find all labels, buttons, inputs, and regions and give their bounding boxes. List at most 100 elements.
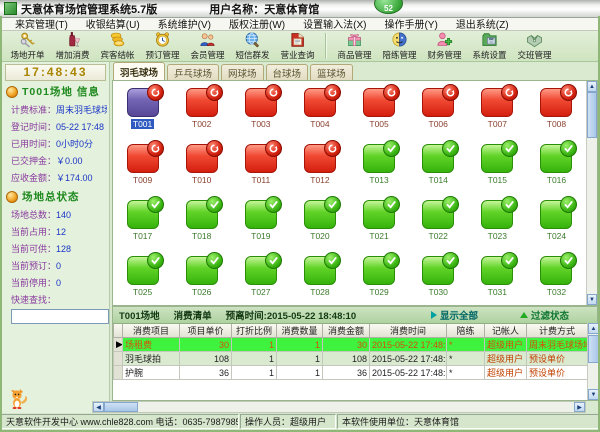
scrollbar-thumb[interactable]: [104, 402, 138, 412]
court-tile-T013[interactable]: T013: [350, 141, 409, 197]
court-tile-T017[interactable]: T017: [113, 197, 172, 253]
orange-ball-icon: [6, 191, 18, 203]
court-tile-T021[interactable]: T021: [350, 197, 409, 253]
toolbar-button-mask[interactable]: 陪练管理: [377, 32, 422, 61]
tab-篮球场[interactable]: 篮球场: [310, 64, 353, 80]
refresh-icon: [501, 84, 518, 101]
court-tile-T004[interactable]: T004: [290, 85, 349, 141]
check-icon: [265, 252, 282, 269]
court-tile-T026[interactable]: T026: [172, 253, 231, 305]
toolbar-button-handshake[interactable]: 交班管理: [512, 32, 557, 61]
court-tile-T025[interactable]: T025: [113, 253, 172, 305]
scroll-down-icon[interactable]: ▼: [587, 294, 597, 305]
court-tile-T002[interactable]: T002: [172, 85, 231, 141]
court-tile-T006[interactable]: T006: [409, 85, 468, 141]
table-row[interactable]: 羽毛球拍108111082015-05-22 17:48:29*超级用户预设单价: [114, 352, 588, 366]
toolbar-button-keys[interactable]: 场地开单: [5, 32, 50, 61]
toolbar-button-coins[interactable]: 宾客结帐: [95, 32, 140, 61]
column-header[interactable]: 消费金额: [323, 324, 370, 338]
toolbar-button-book[interactable]: 营业查询: [275, 32, 320, 61]
menu-item[interactable]: 退出系统(Z): [447, 16, 518, 31]
tab-台球场[interactable]: 台球场: [266, 64, 309, 80]
scroll-left-icon[interactable]: ◀: [93, 402, 104, 412]
table-row[interactable]: ▶场租费3011302015-05-22 17:48:10*超级用户周末羽毛球场…: [114, 338, 588, 352]
column-header[interactable]: 消费项目: [123, 324, 180, 338]
toolbar-button-wine[interactable]: 增加消费: [50, 32, 95, 61]
court-tile-T027[interactable]: T027: [231, 253, 290, 305]
book-icon: [289, 31, 306, 48]
court-tile-T012[interactable]: T012: [290, 141, 349, 197]
filter-state-button[interactable]: 过滤状态: [520, 308, 569, 322]
quick-find-input[interactable]: [11, 309, 109, 324]
tab-乒乓球场[interactable]: 乒乓球场: [167, 64, 219, 80]
table-cell: 2015-05-22 17:48:32: [370, 366, 447, 380]
toolbar-button-globe[interactable]: 短信群发: [230, 32, 275, 61]
court-tile-T010[interactable]: T010: [172, 141, 231, 197]
column-header[interactable]: 消费数量: [277, 324, 323, 338]
arrow-right-icon: [431, 311, 437, 319]
sidebar-row-label: 应收金额：: [11, 171, 56, 184]
column-header[interactable]: 记帐人: [485, 324, 527, 338]
court-tile-T032[interactable]: T032: [527, 253, 586, 305]
scroll-right-icon[interactable]: ▶: [574, 402, 585, 412]
court-tile-T007[interactable]: T007: [468, 85, 527, 141]
check-icon: [206, 252, 223, 269]
court-tile-T003[interactable]: T003: [231, 85, 290, 141]
court-tile-T016[interactable]: T016: [527, 141, 586, 197]
sidebar-row-label: 登记时间：: [11, 120, 56, 133]
table-cell: 30: [323, 338, 370, 352]
menu-item[interactable]: 操作手册(Y): [375, 16, 446, 31]
toolbar-button-gift[interactable]: 商品管理: [332, 32, 377, 61]
court-label: T030: [429, 287, 448, 297]
overall-status-rows: 场地总数：140当前占用：12当前可供：128当前预订：0当前停用：0: [4, 206, 107, 291]
check-icon: [383, 140, 400, 157]
toolbar-button-finance[interactable]: 财务管理: [422, 32, 467, 61]
column-header[interactable]: 计费方式: [527, 324, 588, 338]
court-tile-T018[interactable]: T018: [172, 197, 231, 253]
court-tile-T030[interactable]: T030: [409, 253, 468, 305]
table-row[interactable]: 护腕3611362015-05-22 17:48:32*超级用户预设单价: [114, 366, 588, 380]
column-header[interactable]: 打折比例: [232, 324, 277, 338]
table-cell: 2015-05-22 17:48:10: [370, 338, 447, 352]
court-tile-T022[interactable]: T022: [409, 197, 468, 253]
scrollbar-thumb[interactable]: [587, 92, 597, 138]
menu-item[interactable]: 版权注册(W): [220, 16, 294, 31]
court-tile-T023[interactable]: T023: [468, 197, 527, 253]
court-tile-T005[interactable]: T005: [350, 85, 409, 141]
court-tile-T011[interactable]: T011: [231, 141, 290, 197]
court-tile-T008[interactable]: T008: [527, 85, 586, 141]
sidebar-row-value: 12: [56, 227, 66, 237]
show-all-button[interactable]: 显示全部: [431, 308, 478, 322]
check-icon: [206, 196, 223, 213]
court-tile-T019[interactable]: T019: [231, 197, 290, 253]
scroll-up-icon[interactable]: ▲: [587, 81, 597, 92]
menu-item[interactable]: 系统维护(V): [149, 16, 220, 31]
court-tile-T001[interactable]: T001: [113, 85, 172, 141]
tab-网球场[interactable]: 网球场: [221, 64, 264, 80]
menu-item[interactable]: 收银结算(U): [77, 16, 149, 31]
column-header[interactable]: 项目单价: [180, 324, 232, 338]
toolbar-button-alarm-clock[interactable]: 预订管理: [140, 32, 185, 61]
sidebar-row-label: 已用时间：: [11, 137, 56, 150]
horizontal-scrollbar[interactable]: ◀ ▶: [92, 401, 586, 413]
menu-item[interactable]: 设置输入法(X): [294, 16, 375, 31]
column-header[interactable]: 消费时间: [370, 324, 447, 338]
table-cell: 羽毛球拍: [123, 352, 180, 366]
court-tile-T028[interactable]: T028: [290, 253, 349, 305]
court-tile-T009[interactable]: T009: [113, 141, 172, 197]
sidebar-row-value: 0: [56, 261, 61, 271]
court-tile-T014[interactable]: T014: [409, 141, 468, 197]
court-tile-T015[interactable]: T015: [468, 141, 527, 197]
column-header[interactable]: 陪练: [447, 324, 485, 338]
court-tile-T029[interactable]: T029: [350, 253, 409, 305]
court-tile-T024[interactable]: T024: [527, 197, 586, 253]
menu-item[interactable]: 来宾管理(T): [6, 16, 77, 31]
court-icon: [540, 200, 572, 229]
tab-羽毛球场[interactable]: 羽毛球场: [113, 62, 165, 80]
court-tile-T031[interactable]: T031: [468, 253, 527, 305]
toolbar-button-members[interactable]: 会员管理: [185, 32, 230, 61]
courts-grid: T001T002T003T004T005T006T007T008 T009T010…: [113, 81, 586, 305]
grid-scrollbar[interactable]: ▲ ▼: [586, 81, 597, 305]
toolbar-button-folder[interactable]: 系统设置: [467, 32, 512, 61]
court-tile-T020[interactable]: T020: [290, 197, 349, 253]
